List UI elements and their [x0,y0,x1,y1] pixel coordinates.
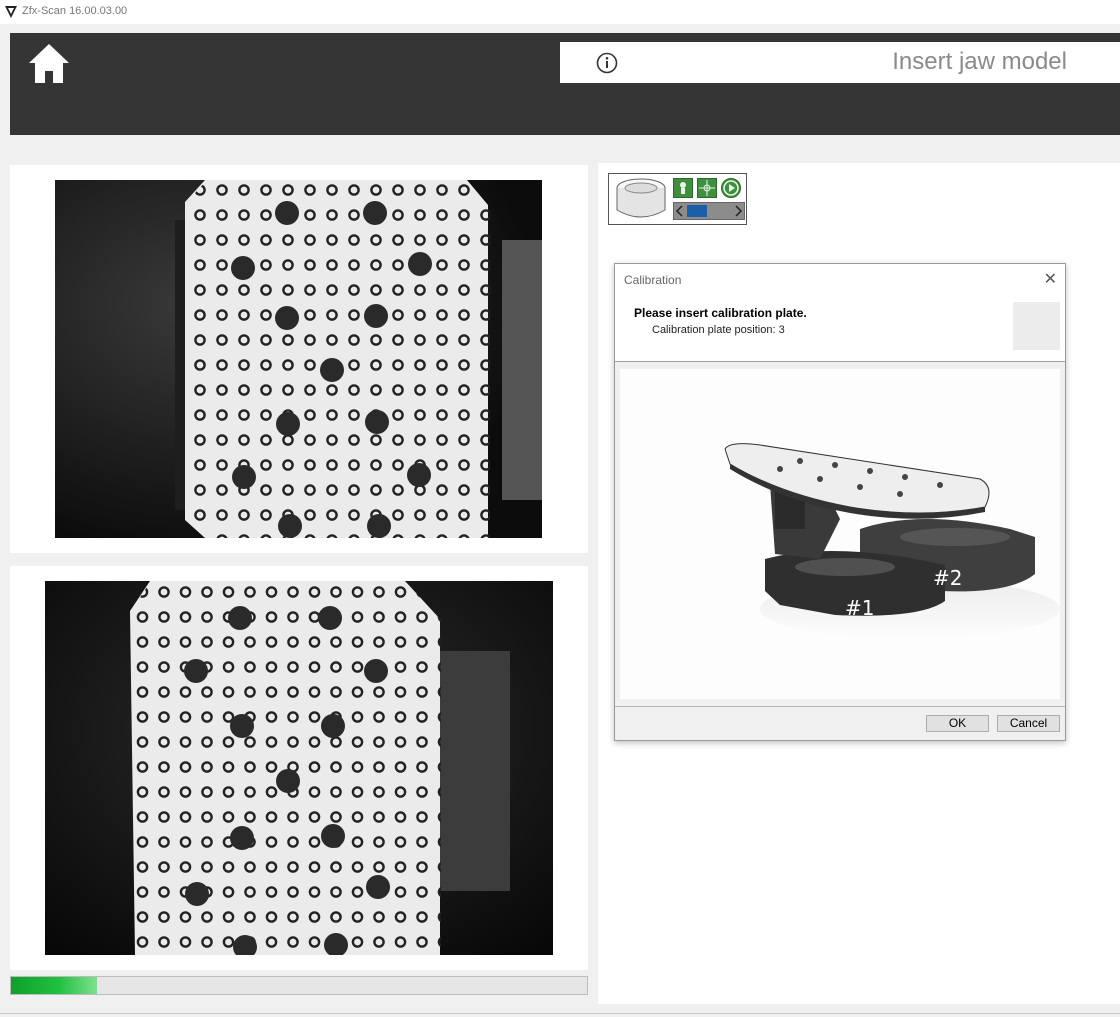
tool-button-1[interactable] [673,178,693,198]
plate-label-1: #1 [845,596,874,620]
instruction-box: Insert jaw model [560,42,1120,83]
header-bar: Insert jaw model [10,33,1120,135]
ok-button[interactable]: OK [926,715,989,732]
home-button[interactable] [26,41,72,87]
title-bar: Zfx-Scan 16.00.03.00 [0,0,1120,24]
dialog-thumbnail [1013,302,1060,350]
scan-toolbox [608,173,747,225]
calibration-dialog: Calibration ✕ Please insert calibration … [614,263,1066,741]
arrow-left-icon[interactable] [675,205,685,217]
dialog-divider [615,361,1065,362]
play-icon [723,180,739,196]
tool-button-3[interactable] [721,178,741,198]
dialog-position-text: Calibration plate position: 3 [652,324,785,336]
bottom-divider [0,1013,1120,1014]
dialog-footer-divider [615,706,1065,707]
dialog-header: Calibration ✕ Please insert calibration … [615,264,1065,361]
camera-image-bottom [45,581,553,955]
dialog-message: Please insert calibration plate. [634,306,807,320]
dialog-title: Calibration [624,273,682,287]
calibration-plate-image: #1 #2 [620,369,1060,699]
camera-panel-bottom [10,566,588,970]
tool-slider[interactable] [673,202,745,220]
instruction-text: Insert jaw model [892,48,1067,75]
move-icon [699,180,715,196]
cancel-button[interactable]: Cancel [997,715,1060,732]
tool-button-2[interactable] [697,178,717,198]
progress-bar [10,976,588,995]
progress-fill [11,977,98,994]
slider-thumb[interactable] [687,205,707,217]
scan-tool-icon[interactable] [612,176,670,222]
home-icon [29,44,69,83]
arrow-right-icon[interactable] [733,205,743,217]
close-icon[interactable]: ✕ [1044,269,1057,289]
camera-panel-top [10,165,588,553]
plate-label-2: #2 [933,566,962,590]
tooth-icon [680,182,686,194]
app-logo-icon [5,6,17,18]
app-title: Zfx-Scan 16.00.03.00 [22,5,128,17]
camera-image-top [55,180,542,538]
info-icon[interactable] [596,52,618,74]
